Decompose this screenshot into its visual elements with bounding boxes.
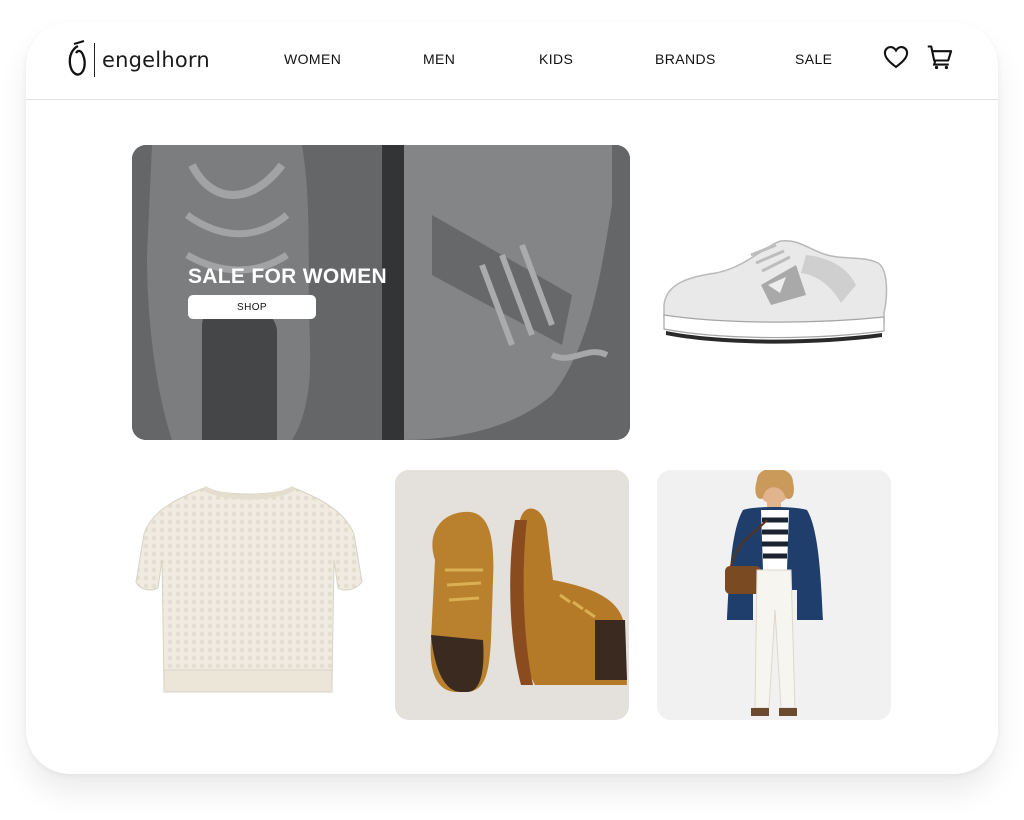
hero-overlay	[132, 145, 630, 440]
logo-separator	[94, 43, 95, 77]
cart-icon[interactable]	[926, 43, 954, 71]
site-header: engelhorn WOMEN MEN KIDS BRANDS SALE	[26, 22, 998, 100]
nav-sale[interactable]: SALE	[795, 51, 832, 67]
nav-brands[interactable]: BRANDS	[655, 51, 716, 67]
product-boots[interactable]	[395, 470, 629, 720]
hero-title: SALE FOR WOMEN	[188, 265, 388, 288]
product-sweater[interactable]	[134, 470, 367, 720]
model-coat-image	[657, 470, 891, 720]
boots-image	[395, 470, 629, 720]
nav-women[interactable]: WOMEN	[284, 51, 341, 67]
brand-logo[interactable]: engelhorn	[62, 38, 210, 82]
brand-wordmark: engelhorn	[102, 48, 210, 72]
app-frame: engelhorn WOMEN MEN KIDS BRANDS SALE SAL…	[26, 22, 998, 774]
nav-men[interactable]: MEN	[423, 51, 455, 67]
sweater-image	[135, 485, 363, 693]
product-model-coat[interactable]	[657, 470, 891, 720]
engelhorn-mark-icon	[68, 40, 86, 76]
nav-kids[interactable]: KIDS	[539, 51, 573, 67]
shop-button[interactable]: SHOP	[188, 295, 316, 319]
heart-icon[interactable]	[882, 43, 910, 71]
hero-banner[interactable]: SALE FOR WOMEN SHOP	[132, 145, 630, 440]
sneaker-image	[663, 239, 888, 344]
product-sneaker[interactable]	[656, 145, 896, 440]
